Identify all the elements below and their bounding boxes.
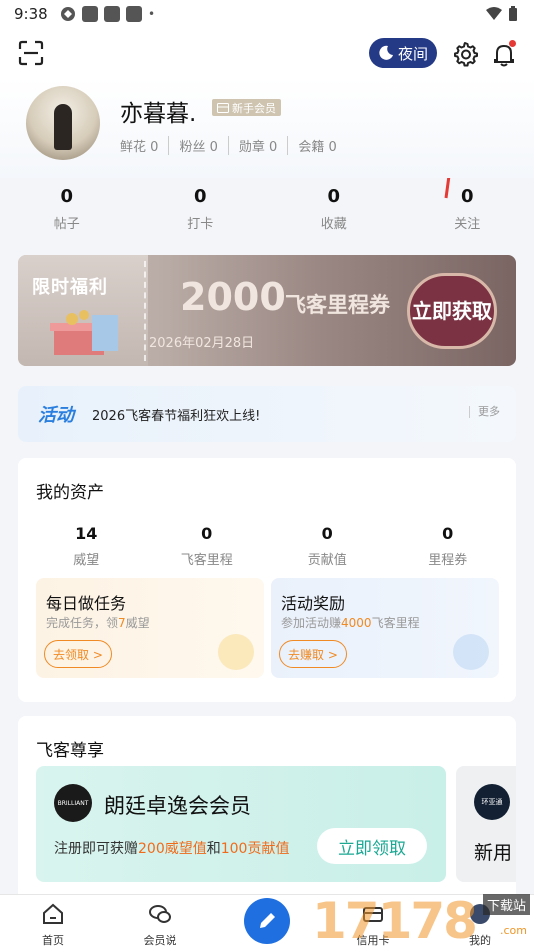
notification-square-icon: [126, 6, 142, 22]
count-favorites[interactable]: 0 收藏: [267, 186, 401, 242]
member-badge[interactable]: 新手会员: [212, 99, 281, 116]
banner-get-now-button[interactable]: 立即获取: [407, 273, 497, 349]
system-icons: [486, 6, 518, 22]
credit-card-icon: [363, 907, 383, 922]
promo2-title: 新用: [474, 842, 513, 864]
assets-title: 我的资产: [36, 483, 104, 503]
activity-counts: 0 帖子 0 打卡 0 收藏 0 关注: [0, 186, 534, 242]
coin-decoration-icon: [218, 634, 254, 670]
tab-mine-label: 我的: [469, 934, 491, 947]
asset-prestige[interactable]: 14 威望: [26, 524, 147, 568]
member-badge-label: 新手会员: [232, 101, 276, 115]
promo-subtitle: 注册即可获赠200威望值和100贡献值: [54, 841, 290, 857]
notification-square-icon: [82, 6, 98, 22]
my-assets-card: 我的资产 14 威望 0 飞客里程 0 贡献值 0 里程券 每日做任务 完成任务，领7威…: [18, 458, 516, 702]
stat-fans[interactable]: 粉丝 0: [168, 136, 227, 155]
pencil-icon: [260, 913, 275, 928]
tab-credit-card[interactable]: 信用卡: [343, 903, 403, 948]
count-following[interactable]: 0 关注: [401, 186, 534, 242]
battery-icon: [509, 6, 517, 21]
stat-membership[interactable]: 会籍 0: [287, 136, 346, 155]
reward-decoration-icon: [453, 634, 489, 670]
earn-reward-button[interactable]: 去赚取 >: [279, 640, 347, 668]
app-notification-icon: [61, 7, 75, 21]
avatar-figure: [54, 104, 72, 150]
status-bar: 9:38 •: [0, 0, 534, 30]
status-time: 9:38: [14, 5, 48, 23]
scan-icon[interactable]: [18, 40, 44, 66]
asset-mile-coupons[interactable]: 0 里程券: [388, 524, 509, 568]
banner-tag: 限时福利: [32, 277, 108, 298]
banner-date: 2026年02月28日: [149, 336, 255, 351]
card-icon: [217, 102, 229, 113]
unread-dot: [509, 40, 516, 47]
brilliant-logo-icon: BRILLIANT: [54, 784, 92, 822]
profile-header: 亦暮暮. 新手会员 鲜花 0 粉丝 0 勋章 0 会籍 0: [0, 78, 534, 178]
chat-bubbles-icon: [149, 905, 171, 923]
activity-text[interactable]: 2026飞客春节福利狂欢上线!: [92, 405, 260, 424]
activity-title: 活动: [38, 405, 74, 426]
activity-strip[interactable]: 活动 2026飞客春节福利狂欢上线! 更多: [18, 386, 516, 442]
profile-icon: [470, 904, 490, 924]
tab-home-label: 首页: [42, 934, 64, 947]
top-bar: 夜间: [0, 30, 534, 78]
night-mode-button[interactable]: 夜间: [369, 38, 437, 68]
moon-icon: [379, 45, 393, 60]
tab-home[interactable]: 首页: [23, 903, 83, 948]
claim-task-button[interactable]: 去领取 >: [44, 640, 112, 668]
asset-miles[interactable]: 0 飞客里程: [147, 524, 268, 568]
home-icon: [43, 903, 63, 924]
activity-reward-title: 活动奖励: [281, 594, 346, 613]
daily-task-card[interactable]: 每日做任务 完成任务，领7威望 去领取 >: [36, 578, 264, 678]
promo-banner[interactable]: 限时福利 2000 飞客里程券 2026年02月28日 立即获取: [18, 255, 516, 366]
count-checkins[interactable]: 0 打卡: [134, 186, 268, 242]
activity-reward-subtitle: 参加活动赚4000飞客里程: [281, 616, 420, 630]
claim-now-button[interactable]: 立即领取: [317, 828, 427, 864]
activity-reward-card[interactable]: 活动奖励 参加活动赚4000飞客里程 去赚取 >: [271, 578, 499, 678]
promo-title: 朗廷卓逸会会员: [104, 794, 251, 818]
asset-contribution[interactable]: 0 贡献值: [267, 524, 388, 568]
settings-gear-icon[interactable]: [451, 40, 479, 68]
huanyatong-card[interactable]: 环亚通 新用: [456, 766, 516, 882]
tab-member-talk-label: 会员说: [143, 934, 177, 947]
username[interactable]: 亦暮暮.: [120, 94, 196, 128]
daily-task-title: 每日做任务: [46, 594, 127, 613]
daily-task-subtitle: 完成任务，领7威望: [46, 616, 150, 630]
activity-more-link[interactable]: 更多: [469, 406, 500, 418]
notification-square-icon: [104, 6, 120, 22]
notification-icons: •: [60, 6, 155, 22]
banner-unit: 飞客里程券: [285, 293, 390, 317]
gift-box-icon: [50, 310, 118, 355]
compose-button[interactable]: [244, 898, 290, 944]
stat-medals[interactable]: 勋章 0: [227, 136, 287, 155]
night-mode-label: 夜间: [397, 44, 428, 63]
stat-flowers[interactable]: 鲜花 0: [120, 136, 168, 155]
huanyatong-logo-icon: 环亚通: [474, 784, 510, 820]
wifi-icon: [486, 7, 502, 20]
privilege-title: 飞客尊享: [36, 741, 104, 761]
tab-mine[interactable]: 我的: [450, 903, 510, 948]
privilege-section: 飞客尊享 BRILLIANT 朗廷卓逸会会员 注册即可获赠200威望值和100贡…: [18, 716, 516, 894]
asset-row: 14 威望 0 飞客里程 0 贡献值 0 里程券: [18, 524, 516, 568]
more-notifications-icon: •: [148, 7, 156, 21]
notification-bell[interactable]: [490, 40, 518, 68]
langham-member-card[interactable]: BRILLIANT 朗廷卓逸会会员 注册即可获赠200威望值和100贡献值 立即…: [36, 766, 446, 882]
ticket-divider: [144, 261, 146, 361]
bottom-tab-bar: 首页 会员说 信用卡 我的: [0, 894, 534, 950]
banner-amount: 2000: [180, 275, 286, 319]
profile-stats: 鲜花 0 粉丝 0 勋章 0 会籍 0: [120, 136, 347, 155]
count-posts[interactable]: 0 帖子: [0, 186, 134, 242]
tab-credit-card-label: 信用卡: [356, 934, 390, 947]
tab-member-talk[interactable]: 会员说: [130, 903, 190, 948]
avatar[interactable]: [26, 86, 100, 160]
